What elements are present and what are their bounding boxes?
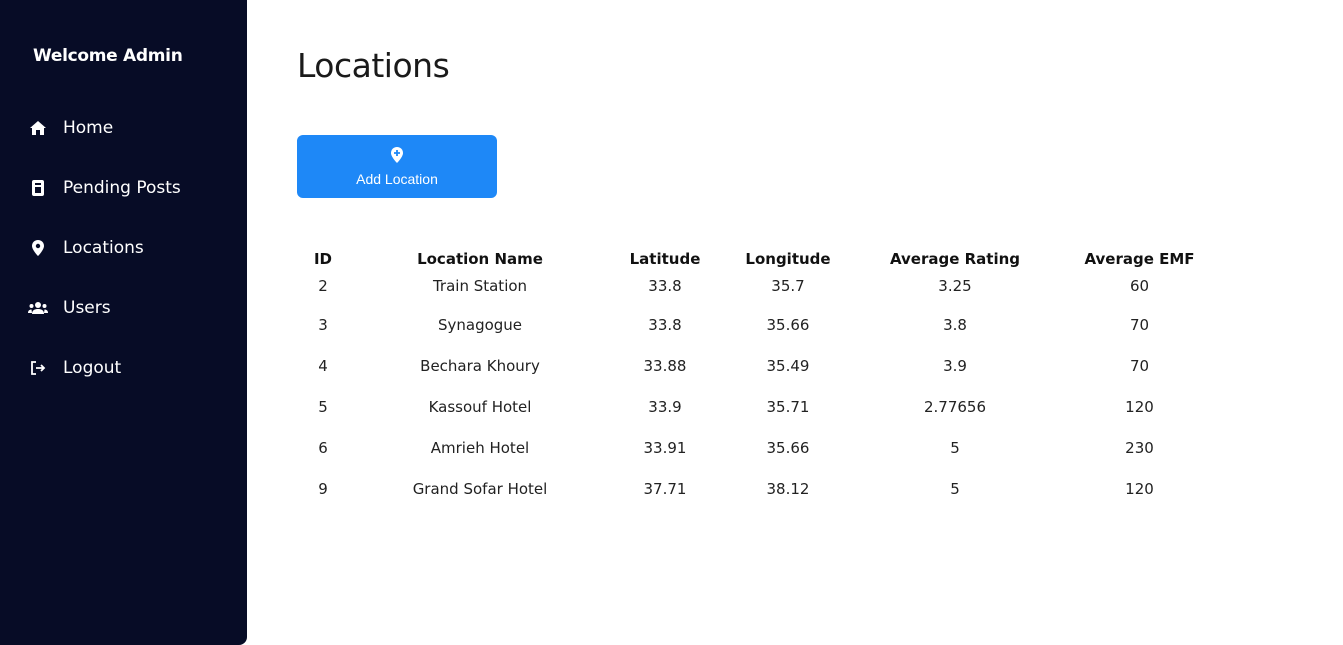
cell-longitude: 35.66 [766,316,810,334]
cell-latitude: 33.88 [643,357,687,375]
sidebar: Welcome Admin Home Pending Posts Locatio… [0,0,247,645]
cell-id: 3 [318,316,328,334]
add-location-button[interactable]: Add Location [297,135,497,198]
column-header-average-emf: Average EMF [1084,250,1195,268]
sidebar-item-pending-posts[interactable]: Pending Posts [28,175,181,201]
cell-average-rating: 3.8 [943,316,967,334]
cell-latitude: 33.8 [648,277,682,295]
cell-location-name: Kassouf Hotel [428,398,532,416]
cell-id: 5 [318,398,328,416]
cell-longitude: 35.49 [766,357,810,375]
cell-average-emf: 120 [1125,398,1154,416]
cell-latitude: 33.91 [643,439,687,457]
cell-id: 2 [318,277,328,295]
cell-location-name: Bechara Khoury [420,357,540,375]
cell-longitude: 35.66 [766,439,810,457]
sidebar-item-locations[interactable]: Locations [28,235,144,261]
table-row: 3 Synagogue 33.8 35.66 3.8 70 [297,313,1226,354]
cell-location-name: Grand Sofar Hotel [412,480,548,498]
cell-location-name: Synagogue [437,316,523,334]
cell-longitude: 38.12 [766,480,810,498]
cell-average-rating: 3.25 [938,277,972,295]
sidebar-item-users[interactable]: Users [28,295,111,321]
home-icon [28,118,48,138]
cell-location-name: Amrieh Hotel [430,439,530,457]
sidebar-item-logout[interactable]: Logout [28,355,121,381]
cell-average-emf: 70 [1129,357,1150,375]
sidebar-item-label: Pending Posts [63,178,181,198]
cell-latitude: 33.9 [648,398,682,416]
cell-average-emf: 120 [1125,480,1154,498]
cell-longitude: 35.7 [771,277,805,295]
column-header-location-name: Location Name [417,250,543,268]
table-row: 6 Amrieh Hotel 33.91 35.66 5 230 [297,436,1226,477]
table-row: 5 Kassouf Hotel 33.9 35.71 2.77656 120 [297,395,1226,436]
cell-average-rating: 5 [950,439,960,457]
cell-id: 4 [318,357,328,375]
add-location-label: Add Location [356,171,438,187]
location-pin-icon [28,238,48,258]
cell-average-emf: 230 [1125,439,1154,457]
sidebar-item-label: Home [63,118,114,138]
sidebar-item-label: Locations [63,238,144,258]
clipboard-icon [28,178,48,198]
table-row: 2 Train Station 33.8 35.7 3.25 60 [297,272,1226,313]
cell-latitude: 37.71 [643,480,687,498]
cell-location-name: Train Station [432,277,528,295]
cell-average-rating: 3.9 [943,357,967,375]
cell-average-rating: 5 [950,480,960,498]
column-header-latitude: Latitude [629,250,701,268]
cell-average-emf: 70 [1129,316,1150,334]
page-title: Locations [297,46,450,85]
logout-icon [28,358,48,378]
cell-average-rating: 2.77656 [923,398,987,416]
cell-id: 9 [318,480,328,498]
table-row: 4 Bechara Khoury 33.88 35.49 3.9 70 [297,354,1226,395]
column-header-id: ID [313,250,333,268]
cell-latitude: 33.8 [648,316,682,334]
sidebar-item-label: Users [63,298,111,318]
sidebar-item-home[interactable]: Home [28,115,113,141]
column-header-average-rating: Average Rating [889,250,1021,268]
sidebar-item-label: Logout [63,358,122,378]
welcome-text: Welcome Admin [33,46,183,66]
locations-table: ID Location Name Latitude Longitude Aver… [297,246,1226,518]
cell-longitude: 35.71 [766,398,810,416]
location-plus-icon [390,146,404,167]
cell-average-emf: 60 [1129,277,1150,295]
cell-id: 6 [318,439,328,457]
table-header-row: ID Location Name Latitude Longitude Aver… [297,246,1226,272]
table-row: 9 Grand Sofar Hotel 37.71 38.12 5 120 [297,477,1226,518]
main-content: Locations Add Location ID Location Name … [247,0,1343,645]
users-icon [28,298,48,318]
column-header-longitude: Longitude [745,250,831,268]
